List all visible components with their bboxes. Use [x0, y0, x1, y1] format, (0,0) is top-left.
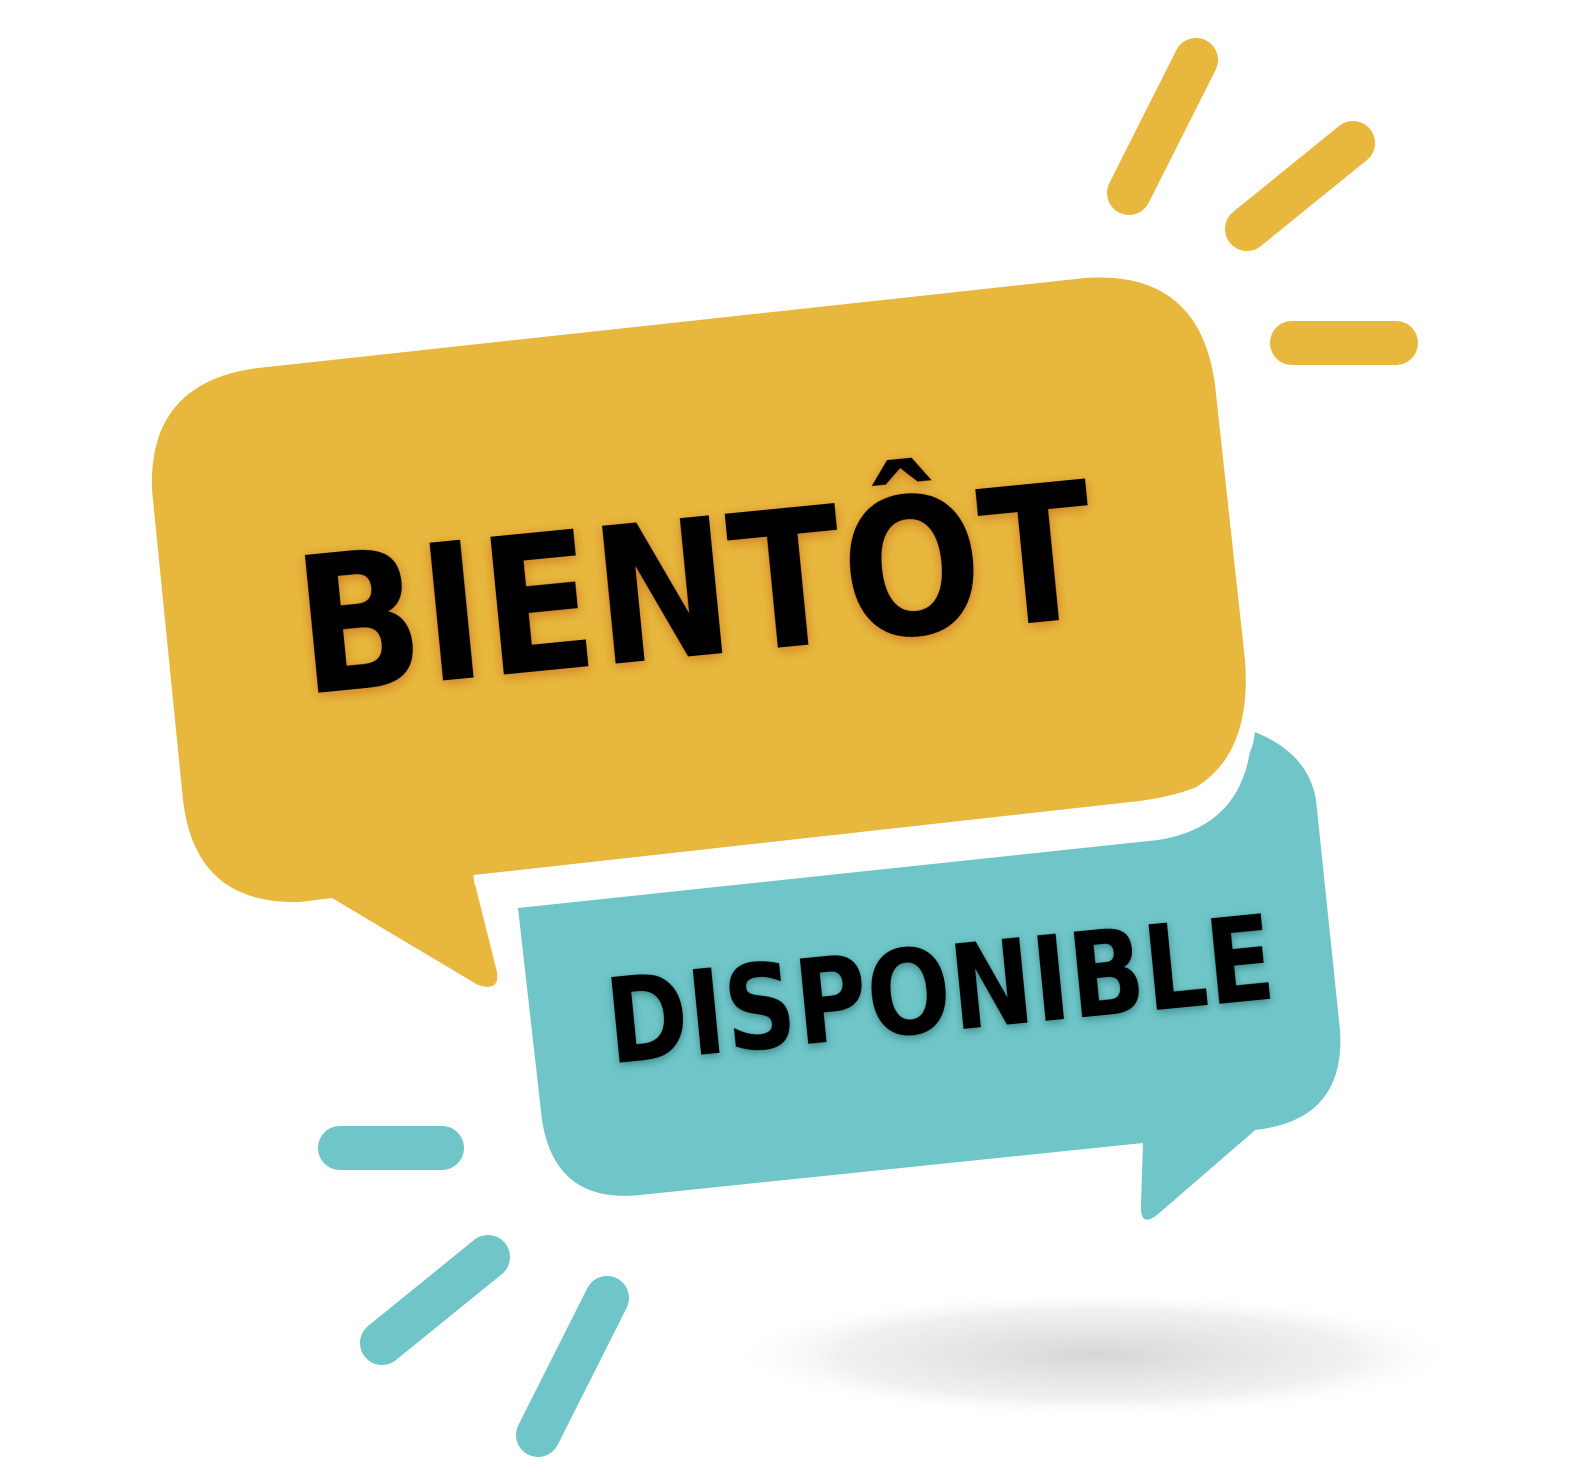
teal-burst-line-diagonal — [360, 1235, 510, 1365]
yellow-burst-line-steep — [1107, 38, 1218, 215]
ground-shadow — [730, 1291, 1460, 1419]
teal-burst-line-steep — [516, 1276, 629, 1457]
yellow-burst-line-diagonal — [1225, 121, 1375, 251]
teal-burst-lines-icon — [318, 1126, 629, 1457]
coming-soon-graphic: BIENTÔT DISPONIBLE — [151, 38, 1460, 1457]
